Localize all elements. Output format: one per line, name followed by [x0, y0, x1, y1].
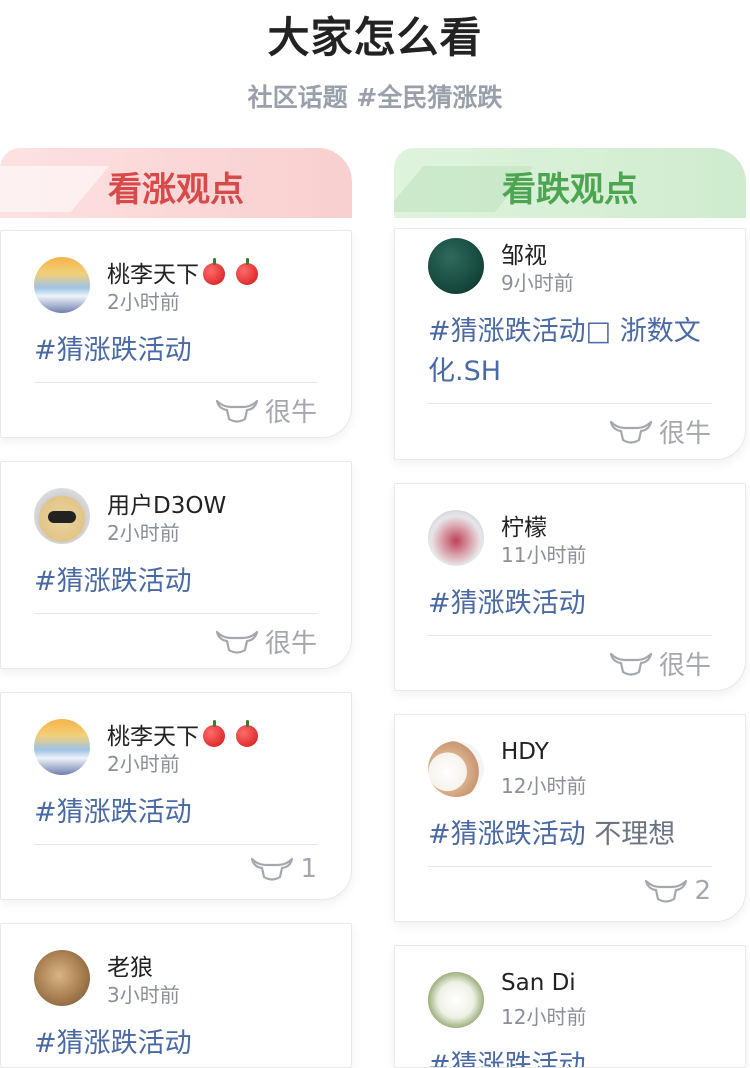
user-name[interactable]: 用户D3OW [107, 486, 226, 520]
user-name[interactable]: 邹视 [501, 236, 547, 270]
post-time: 2小时前 [107, 752, 180, 776]
post-time: 11小时前 [501, 543, 587, 567]
like-label: 很牛 [658, 651, 711, 681]
avatar[interactable] [34, 257, 90, 313]
post-time: 12小时前 [501, 1005, 587, 1029]
like-count: 2 [694, 876, 711, 906]
bull-card[interactable]: 桃李天下 2小时前 #猜涨跌活动 1 [0, 692, 352, 900]
bull-header[interactable]: 看涨观点 [0, 148, 352, 218]
like-label: 很牛 [658, 419, 711, 449]
post-time: 9小时前 [501, 271, 574, 295]
bull-head-icon [215, 399, 259, 423]
bear-column: 看跌观点 [394, 148, 746, 218]
user-name[interactable]: San Di [501, 970, 576, 996]
bull-card[interactable]: 老狼 3小时前 #猜涨跌活动 [0, 923, 352, 1068]
post-text[interactable]: #猜涨跌活动 [34, 562, 325, 602]
post-text[interactable]: #猜涨跌活动□ 浙数文化.SH [428, 312, 719, 392]
post-text[interactable]: #猜涨跌活动 [428, 584, 719, 624]
page-title: 大家怎么看 [267, 13, 483, 62]
bear-card[interactable]: San Di 12小时前 #猜涨跌活动 [394, 945, 746, 1068]
like-button[interactable]: 很牛 [609, 645, 711, 682]
bear-header-label: 看跌观点 [502, 170, 638, 210]
like-label: 很牛 [264, 398, 317, 428]
bull-header-label: 看涨观点 [108, 170, 244, 210]
post-time: 12小时前 [501, 774, 587, 798]
post-time: 2小时前 [107, 521, 180, 545]
divider [34, 844, 318, 845]
divider [428, 866, 712, 867]
avatar[interactable] [428, 972, 484, 1028]
user-name[interactable]: 桃李天下 [107, 717, 259, 751]
divider [34, 613, 318, 614]
user-name[interactable]: 柠檬 [501, 508, 547, 542]
bull-head-icon [645, 879, 688, 903]
post-text[interactable]: #猜涨跌活动 [34, 793, 325, 833]
user-name[interactable]: 桃李天下 [107, 255, 259, 289]
post-text[interactable]: #猜涨跌活动 [428, 1046, 719, 1067]
divider [34, 382, 318, 383]
like-button[interactable]: 很牛 [215, 623, 317, 660]
topic-link[interactable]: 社区话题 #全民猜涨跌 [0, 78, 750, 114]
avatar[interactable] [34, 719, 90, 775]
bull-column: 看涨观点 [0, 148, 352, 218]
post-text[interactable]: #猜涨跌活动 不理想 [428, 815, 719, 855]
apple-emoji-icon [203, 720, 225, 747]
post-text[interactable]: #猜涨跌活动 [34, 1024, 325, 1064]
bull-head-icon [609, 652, 653, 676]
like-button[interactable]: 很牛 [215, 392, 317, 429]
post-text[interactable]: #猜涨跌活动 [34, 331, 325, 371]
like-button[interactable]: 1 [250, 854, 317, 884]
bear-card[interactable]: 柠檬 11小时前 #猜涨跌活动 很牛 [394, 483, 746, 691]
bull-head-icon [609, 420, 653, 444]
like-label: 很牛 [264, 629, 317, 659]
avatar[interactable] [34, 488, 90, 544]
bear-header[interactable]: 看跌观点 [394, 148, 746, 218]
like-count: 1 [300, 854, 317, 884]
apple-emoji-icon [203, 258, 225, 285]
bull-head-icon [251, 857, 294, 881]
divider [428, 635, 712, 636]
user-name[interactable]: 老狼 [107, 948, 153, 982]
apple-emoji-icon [236, 258, 259, 285]
bear-card[interactable]: HDY 12小时前 #猜涨跌活动 不理想 2 [394, 714, 746, 922]
like-button[interactable]: 很牛 [609, 413, 711, 450]
divider [428, 403, 712, 404]
avatar[interactable] [428, 741, 484, 797]
user-name[interactable]: HDY [501, 739, 549, 765]
bear-card[interactable]: 邹视 9小时前 #猜涨跌活动□ 浙数文化.SH 很牛 [394, 228, 746, 460]
apple-emoji-icon [236, 720, 259, 747]
avatar[interactable] [428, 510, 484, 566]
avatar[interactable] [428, 238, 484, 294]
bull-card[interactable]: 桃李天下 2小时前 #猜涨跌活动 很牛 [0, 230, 352, 438]
avatar[interactable] [34, 950, 90, 1006]
bull-card[interactable]: 用户D3OW 2小时前 #猜涨跌活动 很牛 [0, 461, 352, 669]
bull-head-icon [215, 630, 259, 654]
post-time: 3小时前 [107, 983, 180, 1007]
like-button[interactable]: 2 [644, 876, 711, 906]
post-time: 2小时前 [107, 290, 180, 314]
